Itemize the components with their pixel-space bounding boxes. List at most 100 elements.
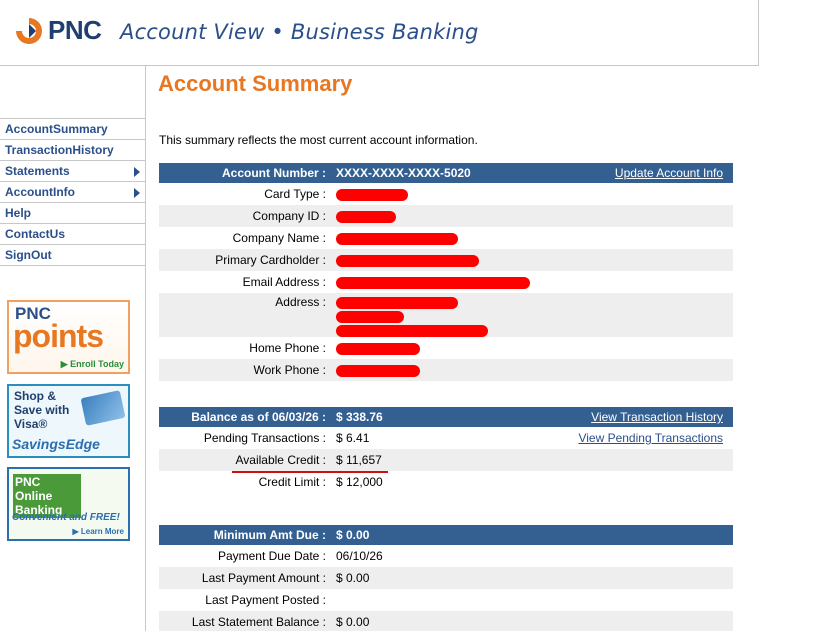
redaction-mark [336,342,420,355]
sidebar: AccountSummary TransactionHistory Statem… [0,66,146,631]
pnc-points-promo-banner[interactable]: PNC points ▶ Enroll Today [7,300,130,374]
sidebar-item-label: Help [5,206,32,220]
online-banking-promo-banner[interactable]: PNC Online Banking Convenient and FREE! … [7,467,130,541]
email-address-label: Email Address : [242,275,326,289]
redaction-mark [336,296,458,309]
table-row: Pending Transactions : $ 6.41 View Pendi… [159,427,733,449]
credit-card-icon [80,390,126,426]
balance-as-of-label: Balance as of 06/03/26 : [159,407,330,427]
last-statement-balance-label: Last Statement Balance : [159,611,330,631]
redaction-mark [336,188,408,201]
company-name-label: Company Name : [232,231,326,245]
sidebar-item-label: TransactionHistory [5,143,114,157]
sidebar-item-statements[interactable]: Statements [0,161,146,182]
account-number-label: Account Number : [159,163,330,183]
primary-cardholder-label: Primary Cardholder : [159,249,330,271]
payment-due-date-label: Payment Due Date : [217,549,326,563]
redaction-mark [336,276,530,289]
account-header-row: Account Number : XXXX-XXXX-XXXX-5020 Upd… [159,163,733,183]
redaction-mark [336,324,488,337]
minimum-amt-due-label: Minimum Amt Due : [159,525,330,545]
table-row: Company ID : [159,205,733,227]
sidebar-item-label: AccountSummary [5,122,108,136]
table-row: Primary Cardholder : [159,249,733,271]
redaction-mark [336,310,404,323]
payment-due-date-value: 06/10/26 [336,549,383,563]
promo-visa-line1: Shop & [14,389,56,403]
available-credit-label: Available Credit : [159,449,330,471]
redaction-mark [336,210,396,223]
promo-online-tagline: Convenient and FREE! [12,512,120,523]
last-payment-amount-value: $ 0.00 [330,567,733,589]
redaction-mark [336,254,479,267]
table-row: Work Phone : [159,359,733,381]
sidebar-nav: AccountSummary TransactionHistory Statem… [0,118,146,266]
logo-text: PNC [48,15,102,45]
payment-header-row: Minimum Amt Due : $ 0.00 [159,525,733,545]
redaction-mark [336,232,458,245]
table-row: Last Payment Posted : [159,589,733,611]
balance-table: Balance as of 06/03/26 : $ 338.76 View T… [159,407,733,493]
home-phone-label: Home Phone : [249,341,326,355]
intro-text: This summary reflects the most current a… [159,133,478,147]
sidebar-item-contact-us[interactable]: ContactUs [0,224,146,245]
sidebar-item-label: Statements [5,164,70,178]
account-number-value: XXXX-XXXX-XXXX-5020 [330,163,550,183]
table-row: Payment Due Date : 06/10/26 [159,545,733,567]
submenu-arrow-icon [134,188,140,198]
last-payment-amount-label: Last Payment Amount : [159,567,330,589]
sidebar-item-transaction-history[interactable]: TransactionHistory [0,140,146,161]
sidebar-item-label: SignOut [5,248,52,262]
page-header: PNC Account View • Business Banking [0,0,759,66]
sidebar-item-label: ContactUs [5,227,66,241]
view-transaction-history-link[interactable]: View Transaction History [591,410,723,424]
sidebar-item-sign-out[interactable]: SignOut [0,245,146,266]
balance-value: $ 338.76 [330,407,433,427]
last-statement-balance-value: $ 0.00 [330,611,733,631]
pnc-logo-icon [16,17,42,44]
promo-points-cta: ▶ Enroll Today [60,359,124,369]
minimum-amt-due-value: $ 0.00 [330,525,733,545]
payment-table: Minimum Amt Due : $ 0.00 Payment Due Dat… [159,525,733,631]
promo-visa-brand: SavingsEdge [12,436,100,452]
pending-transactions-label: Pending Transactions : [203,431,326,445]
sidebar-item-account-summary[interactable]: AccountSummary [0,119,146,140]
table-row: Last Statement Balance : $ 0.00 [159,611,733,631]
promo-online-line1: PNC Online [15,475,53,503]
table-row: Email Address : [159,271,733,293]
savings-edge-promo-banner[interactable]: Shop & Save with Visa® SavingsEdge [7,384,130,458]
promo-visa-line2: Save with [14,403,70,417]
table-row: Home Phone : [159,337,733,359]
promo-visa-line3: Visa® [14,417,48,431]
credit-limit-label: Credit Limit : [258,475,326,489]
pnc-logo[interactable]: PNC [14,15,102,46]
submenu-arrow-icon [134,167,140,177]
table-row: Credit Limit : $ 12,000 [159,471,733,493]
account-info-table: Account Number : XXXX-XXXX-XXXX-5020 Upd… [159,163,733,381]
update-account-info-link[interactable]: Update Account Info [615,166,723,180]
table-row: Address : [159,293,733,337]
sidebar-item-help[interactable]: Help [0,203,146,224]
company-id-label: Company ID : [159,205,330,227]
table-row: Available Credit : $ 11,657 [159,449,733,471]
address-label: Address : [159,293,330,337]
promo-online-cta: ▶ Learn More [72,527,125,536]
credit-limit-value: $ 12,000 [336,475,383,489]
table-row: Last Payment Amount : $ 0.00 [159,567,733,589]
view-pending-transactions-link[interactable]: View Pending Transactions [578,431,723,445]
redaction-mark [336,364,420,377]
promo-visa-text: Shop & Save with Visa® [14,389,69,431]
last-payment-posted-value [330,589,733,611]
pending-transactions-value: $ 6.41 [336,431,370,445]
red-underline-annotation [232,471,388,473]
app-title: Account View • Business Banking [120,20,479,44]
last-payment-posted-label: Last Payment Posted : [205,593,326,607]
balance-header-row: Balance as of 06/03/26 : $ 338.76 View T… [159,407,733,427]
page-title: Account Summary [158,71,353,96]
sidebar-item-label: AccountInfo [5,185,75,199]
promo-points-line2: points [13,318,104,354]
available-credit-value: $ 11,657 [330,449,433,471]
card-type-label: Card Type : [264,187,326,201]
sidebar-item-account-info[interactable]: AccountInfo [0,182,146,203]
table-row: Card Type : [159,183,733,205]
